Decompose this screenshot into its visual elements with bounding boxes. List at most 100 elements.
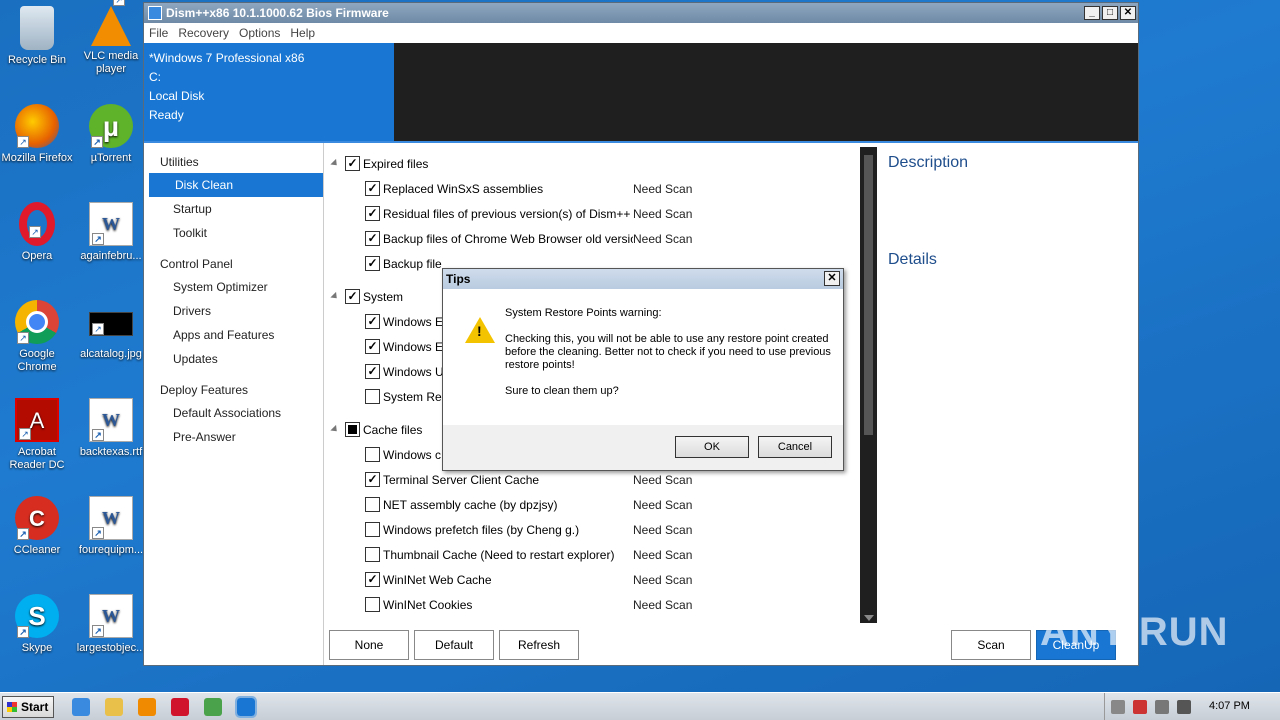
item-checkbox[interactable] <box>365 522 380 537</box>
chrome-taskbar-icon[interactable] <box>204 698 222 716</box>
minimize-button[interactable]: _ <box>1084 6 1100 20</box>
desktop-icon[interactable]: ↗ Google Chrome <box>0 300 74 374</box>
sidebar-item[interactable]: Disk Clean <box>149 173 323 197</box>
network-icon[interactable] <box>1155 700 1169 714</box>
expand-arrow-icon[interactable] <box>330 158 340 169</box>
cancel-button[interactable]: Cancel <box>758 436 832 458</box>
item-checkbox[interactable]: ✓ <box>365 206 380 221</box>
list-scrollbar[interactable] <box>860 147 877 623</box>
desktop-icon[interactable]: S ↗ Skype <box>0 594 74 655</box>
group-checkbox[interactable]: ✓ <box>345 289 360 304</box>
desktop-icon[interactable]: W ↗ backtexas.rtf <box>74 398 148 459</box>
sidebar-item[interactable]: Apps and Features <box>147 323 323 347</box>
list-item[interactable]: WinINet Cookies Need Scan <box>325 592 865 617</box>
sidebar-item[interactable]: Default Associations <box>147 401 323 425</box>
explorer-folder-icon[interactable] <box>105 698 123 716</box>
desktop-icon-label: alcatalog.jpg <box>80 348 142 360</box>
action-center-icon[interactable] <box>1133 700 1147 714</box>
list-item[interactable]: ✓ WinINet Web Cache Need Scan <box>325 567 865 592</box>
clock[interactable]: 4:07 PM <box>1209 700 1250 712</box>
dism-app-icon <box>148 6 162 20</box>
close-button[interactable]: ✕ <box>1120 6 1136 20</box>
media-player-icon[interactable] <box>138 698 156 716</box>
sidebar-item[interactable]: Updates <box>147 347 323 371</box>
item-checkbox[interactable]: ✓ <box>365 339 380 354</box>
item-checkbox[interactable]: ✓ <box>365 572 380 587</box>
sidebar-group-label[interactable]: Control Panel <box>147 245 323 275</box>
item-checkbox[interactable] <box>365 497 380 512</box>
utorrent-icon: µ ↗ <box>89 104 133 148</box>
refresh-button[interactable]: Refresh <box>499 630 579 660</box>
none-button[interactable]: None <box>329 630 409 660</box>
desktop-icon[interactable]: Recycle Bin <box>0 6 74 67</box>
group-checkbox[interactable]: ✓ <box>345 156 360 171</box>
list-item[interactable]: Thumbnail Cache (Need to restart explore… <box>325 542 865 567</box>
desktop-icon[interactable]: W ↗ againfebru... <box>74 202 148 263</box>
tray-expand-icon[interactable] <box>1111 700 1125 714</box>
scroll-down-icon[interactable] <box>864 615 874 621</box>
windows-logo-icon <box>7 702 17 712</box>
tips-dialog: Tips ✕ ! System Restore Points warning: … <box>442 268 844 471</box>
desktop-icon[interactable]: µ ↗ µTorrent <box>74 104 148 165</box>
item-checkbox[interactable] <box>365 447 380 462</box>
item-checkbox[interactable]: ✓ <box>365 231 380 246</box>
menu-options[interactable]: Options <box>239 26 280 40</box>
item-checkbox[interactable]: ✓ <box>365 181 380 196</box>
menu-bar: File Recovery Options Help <box>144 23 1138 43</box>
list-item[interactable]: ✓ Replaced WinSxS assemblies Need Scan <box>325 176 865 201</box>
item-checkbox[interactable]: ✓ <box>365 364 380 379</box>
sidebar-item[interactable]: Drivers <box>147 299 323 323</box>
menu-help[interactable]: Help <box>290 26 315 40</box>
volume-icon[interactable] <box>1177 700 1191 714</box>
desktop-icon[interactable]: ↗ VLC media player <box>74 0 148 76</box>
dism-taskbar-icon[interactable] <box>235 696 257 718</box>
group-checkbox[interactable] <box>345 422 360 437</box>
list-item[interactable]: ✓ Backup files of Chrome Web Browser old … <box>325 226 865 251</box>
desktop-icon[interactable]: ↗ Mozilla Firefox <box>0 104 74 165</box>
acrobat-icon: A ↗ <box>15 398 59 442</box>
shortcut-arrow-icon: ↗ <box>92 323 104 335</box>
sidebar-group-label[interactable]: Utilities <box>147 143 323 173</box>
dialog-body: ! System Restore Points warning: Checkin… <box>443 289 843 425</box>
list-item[interactable]: ✓ Residual files of previous version(s) o… <box>325 201 865 226</box>
sidebar-group-label[interactable]: Deploy Features <box>147 371 323 401</box>
scrollbar-thumb[interactable] <box>864 155 873 435</box>
opera-taskbar-icon[interactable] <box>171 698 189 716</box>
item-checkbox[interactable]: ✓ <box>365 472 380 487</box>
sidebar-item[interactable]: Startup <box>147 197 323 221</box>
internet-explorer-icon[interactable] <box>72 698 90 716</box>
item-checkbox[interactable] <box>365 597 380 612</box>
start-button[interactable]: Start <box>2 696 54 718</box>
maximize-button[interactable]: □ <box>1102 6 1118 20</box>
ccleaner-icon: C ↗ <box>15 496 59 540</box>
item-checkbox[interactable] <box>365 389 380 404</box>
sidebar-item[interactable]: Toolkit <box>147 221 323 245</box>
dialog-close-button[interactable]: ✕ <box>824 271 840 286</box>
item-name: Windows prefetch files (by Cheng g.) <box>383 522 580 537</box>
desktop-icon-label: Opera <box>21 250 53 262</box>
desktop-icon[interactable]: ↗ alcatalog.jpg <box>74 300 148 361</box>
item-checkbox[interactable] <box>365 547 380 562</box>
menu-file[interactable]: File <box>149 26 168 40</box>
group-label: System <box>363 289 404 304</box>
group-label: Expired files <box>363 156 429 171</box>
expand-arrow-icon[interactable] <box>330 291 340 302</box>
menu-recovery[interactable]: Recovery <box>178 26 229 40</box>
sidebar-item[interactable]: Pre-Answer <box>147 425 323 449</box>
list-group-header[interactable]: ✓ Expired files <box>325 151 865 176</box>
list-item[interactable]: NET assembly cache (by dpzjsy) Need Scan <box>325 492 865 517</box>
expand-arrow-icon[interactable] <box>330 424 340 435</box>
default-button[interactable]: Default <box>414 630 494 660</box>
item-checkbox[interactable]: ✓ <box>365 256 380 271</box>
desktop-icon[interactable]: ↗ Opera <box>0 202 74 263</box>
image-selector[interactable]: *Windows 7 Professional x86 C: Local Dis… <box>144 43 394 143</box>
list-item[interactable]: Windows prefetch files (by Cheng g.) Need… <box>325 517 865 542</box>
desktop-icon[interactable]: W ↗ fourequipm... <box>74 496 148 557</box>
desktop-icon[interactable]: W ↗ largestobjec... <box>74 594 148 655</box>
scan-button[interactable]: Scan <box>951 630 1031 660</box>
desktop-icon[interactable]: C ↗ CCleaner <box>0 496 74 557</box>
item-checkbox[interactable]: ✓ <box>365 314 380 329</box>
ok-button[interactable]: OK <box>675 436 749 458</box>
sidebar-item[interactable]: System Optimizer <box>147 275 323 299</box>
desktop-icon[interactable]: A ↗ Acrobat Reader DC <box>0 398 74 472</box>
